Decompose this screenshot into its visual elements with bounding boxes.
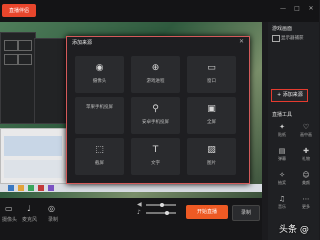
source-tile-iphone[interactable]: 苹果手机投屏 [75, 97, 124, 134]
taskbar-icon [18, 185, 24, 191]
music-tool[interactable]: ♫ 音乐 [272, 194, 292, 216]
gamepad-icon: ⊕ [151, 63, 160, 73]
microphone-label: 麦克风 [22, 217, 38, 223]
heart-icon: ♡ [302, 123, 310, 131]
record-button[interactable]: 录制 [232, 205, 260, 221]
preview-desktop-content [4, 160, 62, 178]
close-icon[interactable]: ✕ [239, 38, 244, 45]
source-tile-camera[interactable]: ◉ 摄像头 [75, 56, 124, 93]
dialog-title: 添加来源 [72, 40, 93, 46]
speaker-icon[interactable]: ◀ [137, 201, 142, 208]
beauty-tool[interactable]: ☺ 美颜 [296, 170, 316, 192]
title-bar [0, 0, 319, 22]
music-icon: ♫ [278, 195, 286, 203]
gift-tool[interactable]: ✚ 礼物 [296, 146, 316, 168]
preview-thumb [4, 54, 18, 65]
sticker-tool[interactable]: ✦ 贴纸 [272, 122, 292, 144]
preview-desktop-content [4, 136, 62, 156]
scene-header: 游戏画面 [272, 26, 293, 32]
face-icon: ☺ [302, 171, 310, 179]
record-label: 录制 [48, 217, 59, 223]
microphone-icon[interactable]: ♩ [27, 204, 31, 213]
source-tile-window[interactable]: ▭ 窗口 [187, 56, 236, 93]
preview-window-mid [34, 38, 68, 124]
app-logo-text: 直播伴侣 [8, 8, 29, 14]
preview-thumb [18, 40, 32, 51]
monitor-icon [272, 35, 280, 42]
close-window-icon[interactable]: ✕ [308, 6, 314, 12]
window-icon: ▭ [207, 63, 216, 73]
taskbar-icon [48, 185, 54, 191]
danmaku-icon: ▤ [278, 147, 286, 155]
source-tile-game[interactable]: ⊕ 游戏进程 [131, 56, 180, 93]
source-tile-image[interactable]: ▨ 图片 [187, 138, 236, 175]
source-tile-screenshot[interactable]: ⬚ 截屏 [75, 138, 124, 175]
taskbar-icon [38, 185, 44, 191]
text-icon: T [152, 145, 159, 155]
start-live-button[interactable]: 开始直播 [186, 205, 228, 219]
mic-volume-slider[interactable] [146, 212, 176, 214]
crop-icon: ⬚ [95, 145, 104, 155]
mic-volume-knob[interactable] [165, 211, 169, 215]
source-tile-text[interactable]: T 文字 [131, 138, 180, 175]
speaker-volume-knob[interactable] [160, 203, 164, 207]
danmaku-tool[interactable]: ▤ 弹幕 [272, 146, 292, 168]
sparkle-icon: ✧ [279, 171, 285, 179]
preview-thumb [18, 54, 32, 65]
monitor-icon: ▣ [207, 104, 216, 114]
image-icon: ▨ [207, 145, 216, 155]
source-tile-fullscreen[interactable]: ▣ 全屏 [187, 97, 236, 134]
watermark: 头条 @ [279, 225, 309, 235]
camera-icon: ◉ [95, 63, 104, 73]
preview-thumb [4, 40, 18, 51]
maximize-icon[interactable]: □ [294, 6, 300, 12]
mic-volume-icon[interactable]: ♪ [137, 209, 141, 216]
gift-icon: ✚ [303, 147, 309, 155]
add-source-button[interactable]: + 添加来源 [271, 89, 308, 102]
source-tile-android[interactable]: ⚲ 安卓手机投屏 [131, 97, 180, 134]
more-icon: ⋯ [302, 195, 310, 203]
tools-header: 直播工具 [272, 112, 293, 118]
camera-toggle-icon[interactable]: ▭ [5, 204, 13, 213]
sticker-icon: ✦ [279, 123, 285, 131]
taskbar-icon [8, 185, 14, 191]
more-tool[interactable]: ⋯ 更多 [296, 194, 316, 216]
pip-tool[interactable]: ♡ 画中画 [296, 122, 316, 144]
record-icon[interactable]: ◎ [48, 204, 55, 213]
taskbar-icon [28, 185, 34, 191]
android-icon: ⚲ [152, 104, 159, 114]
camera-label: 摄像头 [2, 217, 18, 223]
minimize-icon[interactable]: — [280, 6, 286, 12]
scene-item[interactable]: 显示器捕获 [281, 35, 304, 41]
lottery-tool[interactable]: ✧ 抽奖 [272, 170, 292, 192]
